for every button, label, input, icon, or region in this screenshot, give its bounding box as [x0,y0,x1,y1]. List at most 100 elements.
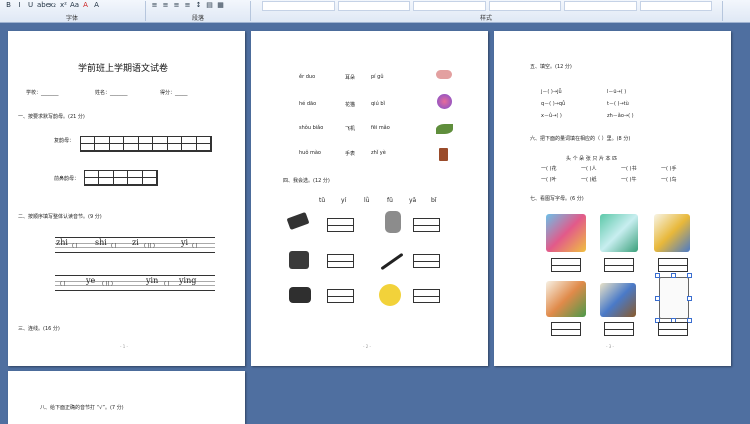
chinese-word: 手表 [345,151,356,157]
font-color-button[interactable]: A [81,1,90,9]
align-right-icon[interactable]: ≡ [172,1,181,9]
line-spacing-icon[interactable]: ↕ [194,1,203,9]
answer-box[interactable] [551,258,581,272]
donkey-icon [289,287,311,303]
answer-box[interactable] [658,322,688,336]
style-gallery[interactable] [262,1,712,11]
question-8: 八、给下面正确的音节打 “√”。(7 分) [40,405,124,411]
align-center-icon[interactable]: ≡ [161,1,170,9]
name-field: 姓名：_______ [95,90,128,96]
tone-option: bǐ [431,197,437,204]
answer-box[interactable] [327,289,354,303]
blank[interactable]: ( ) [60,281,66,287]
front-nasal-finals-grid[interactable] [84,170,158,186]
answer-box[interactable] [413,254,440,268]
girl-picture [546,214,586,252]
coat-icon [289,251,309,269]
compound-finals-grid[interactable] [80,136,212,152]
tone-option: yā [409,197,417,204]
document-page-1[interactable]: 学前班上学期语文试卷 学校：_______ 姓名：_______ 得分：____… [8,31,245,366]
chinese-word: 花猫 [345,102,356,108]
document-page-2[interactable]: ěr duo 耳朵 pí gǔ hé dāo 花猫 qiú bǐ shǒu bi… [251,31,488,366]
measure-item: 一( )人 [581,166,597,172]
answer-box[interactable] [413,218,440,232]
italic-button[interactable]: I [15,1,24,9]
shirt-picture[interactable] [659,277,689,319]
score-field: 得分：_____ [160,90,188,96]
syllable-ye: ye [86,276,96,285]
align-left-icon[interactable]: ≡ [150,1,159,9]
pinyin-word: zhǐ yè [371,150,386,156]
document-page-4[interactable]: 八、给下面正确的音节打 “√”。(7 分) [8,371,245,424]
font-format-buttons: B I U abe x₂ x² Aa A A [4,1,101,9]
tone-option: lǜ [364,197,370,204]
selection-handle[interactable] [655,273,660,278]
style-group-label: 样式 [480,15,493,22]
answer-box[interactable] [604,322,634,336]
change-case-button[interactable]: Aa [70,1,79,9]
water-picture [600,214,638,252]
answer-box[interactable] [551,322,581,336]
page-number: - 1 - [120,344,128,349]
school-field: 学校：_______ [26,90,59,96]
question-4: 四、我会选。(12 分) [283,178,330,184]
selection-handle[interactable] [671,273,676,278]
selection-handle[interactable] [687,273,692,278]
ribbon-toolbar: B I U abe x₂ x² Aa A A ≡ ≡ ≡ ≡ ↕ ▤ ▦ 字体 … [0,0,750,23]
measure-word-bank: 头 个 朵 张 只 片 本 匹 [566,156,618,162]
divider [145,1,146,21]
measure-item: 一( )书 [621,166,637,172]
question-6: 六、把下面的量词填在相应的（ ）里。(8 分) [530,136,631,142]
pen-icon [380,252,404,271]
question-3: 三、连线。(16 分) [18,326,60,332]
blank[interactable]: ( )( ) [102,281,113,287]
measure-item: 一( )叶 [541,177,557,183]
answer-box[interactable] [604,258,634,272]
question-1: 一、按要求默写韵母。(21 分) [18,114,85,120]
measure-item: 一( )牛 [621,177,637,183]
ear-icon [436,70,452,79]
fill-item: q－( )→qǚ [541,101,566,107]
blank[interactable]: ( )( ) [144,243,155,249]
document-page-3[interactable]: 五、填空。(12 分) j－( )→jǖ l－ü→( ) q－( )→qǚ t－… [494,31,731,366]
blank[interactable]: ( ) [192,243,198,249]
selection-handle[interactable] [687,296,692,301]
answer-box[interactable] [413,289,440,303]
chinese-word: 耳朵 [345,75,356,81]
underline-button[interactable]: U [26,1,35,9]
superscript-button[interactable]: x² [59,1,68,9]
fill-item: x－ǜ→( ) [541,113,562,119]
answer-box[interactable] [658,258,688,272]
syllable-ying: ying [179,276,197,285]
selection-handle[interactable] [655,296,660,301]
bold-button[interactable]: B [4,1,13,9]
page-number: - 2 - [363,344,371,349]
fill-item: j－( )→jǖ [541,89,562,95]
blank[interactable]: ( ) [164,281,170,287]
subscript-button[interactable]: x₂ [48,1,57,9]
pinyin-word: qiú bǐ [371,101,385,107]
strikethrough-button[interactable]: abe [37,1,50,9]
duck-icon [379,284,401,306]
answer-box[interactable] [327,254,354,268]
door-icon [439,148,448,161]
font-group-label: 字体 [66,15,79,22]
justify-icon[interactable]: ≡ [183,1,192,9]
page-number: - 3 - [606,344,614,349]
blank[interactable]: ( ) [111,243,117,249]
shading-icon[interactable]: ▤ [205,1,214,9]
blank[interactable]: ( ) [72,243,78,249]
question-5: 五、填空。(12 分) [530,64,572,70]
paragraph-group-label: 段落 [192,15,205,22]
answer-box[interactable] [327,218,354,232]
fill-item: l－ü→( ) [607,89,627,95]
char-shading-button[interactable]: A [92,1,101,9]
pinyin-word: fēi mǎo [371,125,390,131]
pinyin-word: ěr duo [299,74,316,80]
borders-icon[interactable]: ▦ [216,1,225,9]
front-nasal-finals-label: 前鼻韵母： [54,176,80,182]
rabbit-icon [385,211,401,233]
tone-option: yí [341,197,347,204]
farmer-picture [546,281,586,317]
pinyin-word: pí gǔ [371,74,384,80]
